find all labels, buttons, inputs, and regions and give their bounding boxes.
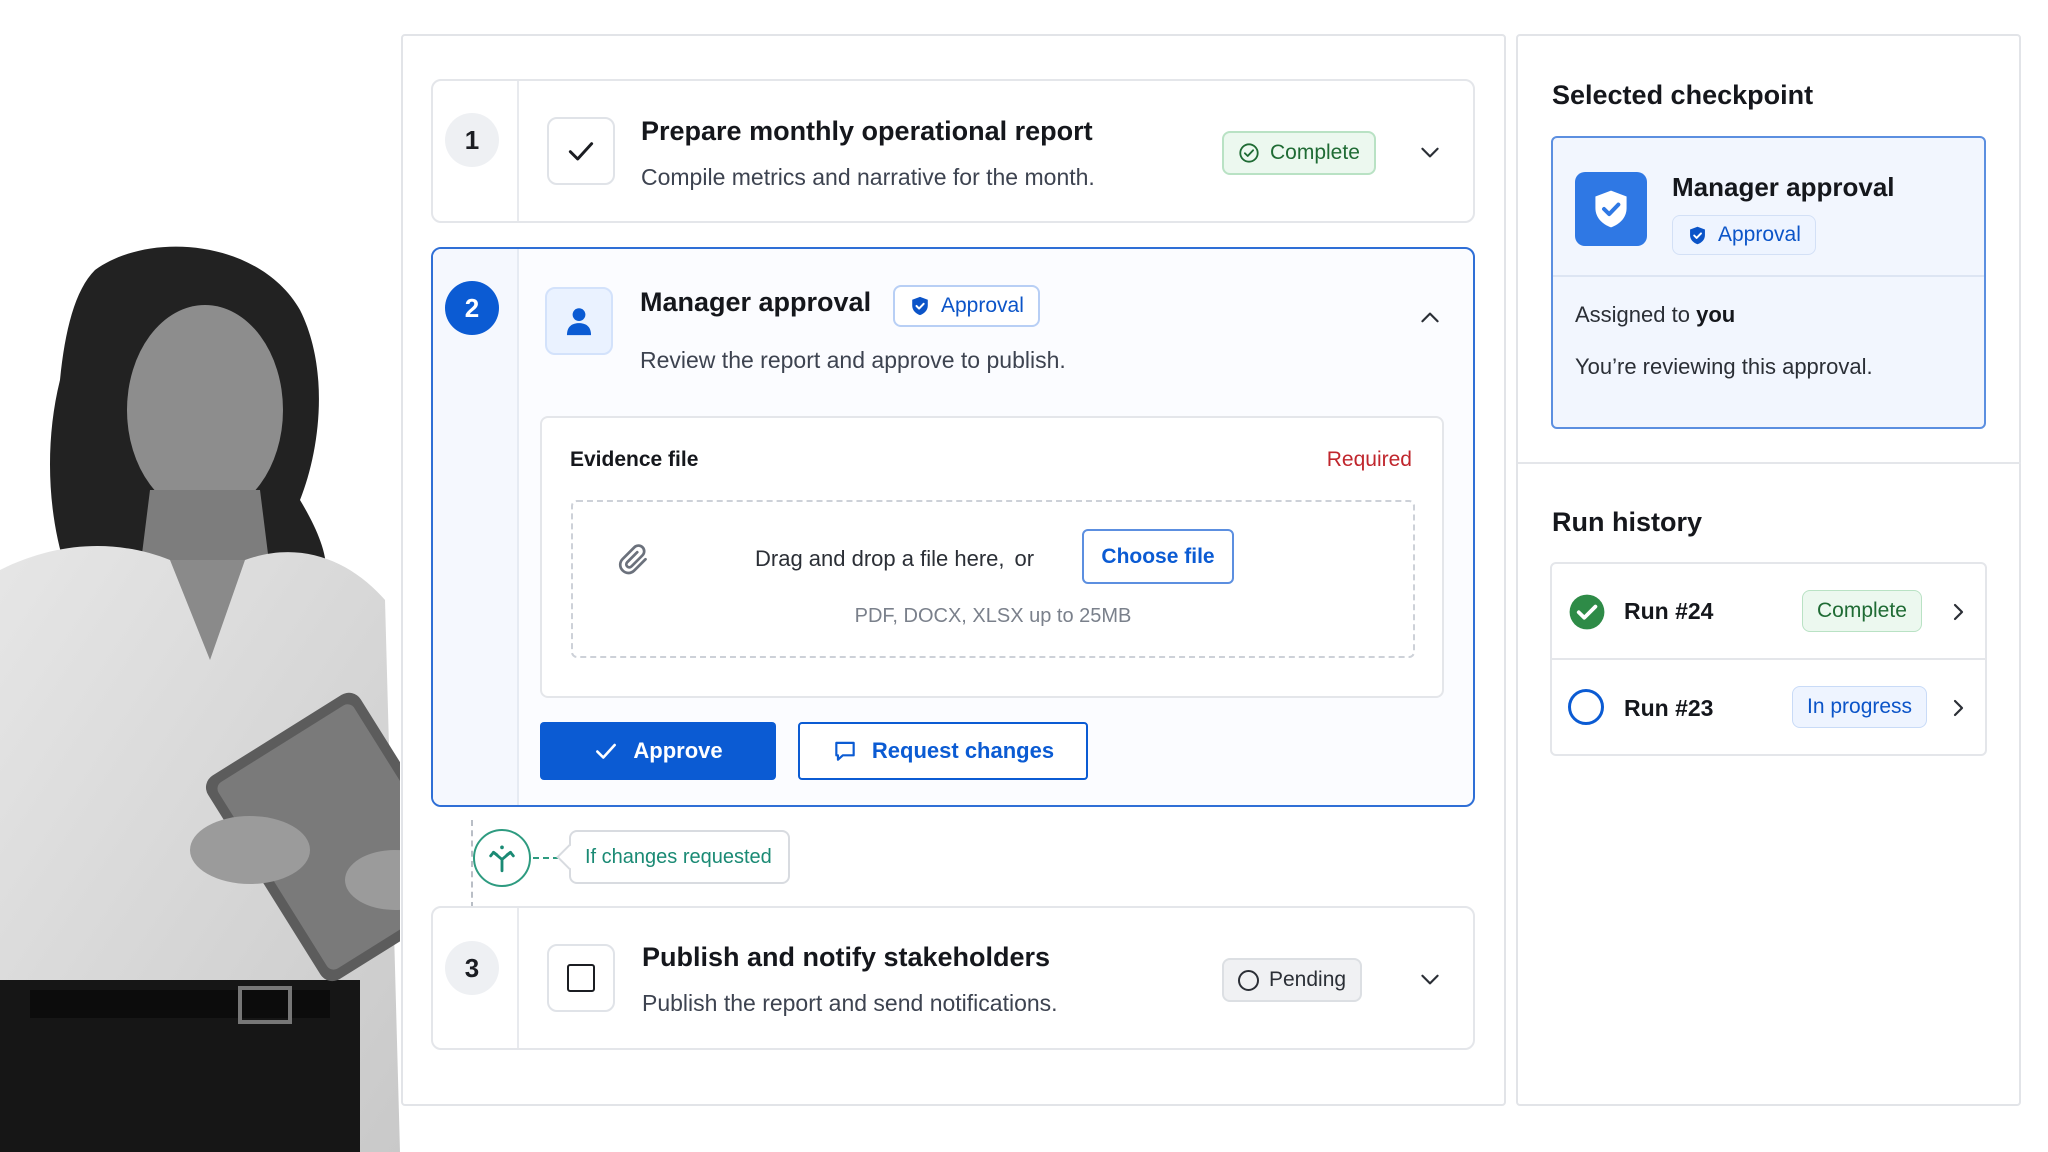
shield-check-icon: [1595, 190, 1627, 228]
run-status-badge: Complete: [1802, 590, 1922, 632]
selected-checkpoint-card[interactable]: Manager approval Approval Assigned to yo…: [1551, 136, 1986, 429]
approval-badge: Approval: [893, 285, 1040, 327]
expand-chevron-icon[interactable]: [1415, 137, 1445, 167]
branch-label: If changes requested: [585, 845, 772, 868]
evidence-file-card: Evidence file Required Drag and drop a f…: [540, 416, 1444, 698]
status-badge: Pending: [1222, 958, 1363, 1002]
run-name: Run #24: [1624, 598, 1714, 624]
side-divider: [1518, 462, 2021, 464]
drop-or-text: or: [1014, 546, 1035, 571]
assigned-prefix: Assigned to: [1575, 302, 1690, 327]
step-card-3[interactable]: 3 Publish and notify stakeholders Publis…: [431, 906, 1475, 1050]
step-number-column: 3: [433, 908, 519, 1048]
check-icon: [596, 743, 617, 759]
approve-button[interactable]: Approve: [540, 722, 776, 780]
person-tile: [545, 287, 613, 355]
selected-checkpoint-heading: Selected checkpoint: [1552, 80, 1814, 110]
approval-badge-label: Approval: [941, 294, 1024, 317]
run-history-item[interactable]: Run #23 In progress: [1552, 660, 1985, 756]
run-status-label: In progress: [1807, 695, 1913, 718]
choose-file-button[interactable]: Choose file: [1082, 529, 1234, 584]
in-progress-circle-icon: [1568, 689, 1604, 725]
step-title: Manager approval: [640, 287, 872, 317]
run-history-list: Run #24 Complete Run #23 In progress: [1550, 562, 1987, 756]
pending-circle-icon: [1238, 969, 1259, 991]
request-changes-label: Request changes: [871, 738, 1055, 763]
branch-node: [473, 829, 531, 887]
check-circle-icon: [1239, 143, 1259, 163]
assigned-line: Assigned to you: [1575, 302, 1735, 328]
checkmark-tile[interactable]: [547, 117, 615, 185]
checkbox-icon: [567, 964, 595, 992]
step-number-column: 1: [433, 81, 519, 221]
run-status-badge: In progress: [1792, 686, 1928, 728]
card-divider: [1553, 275, 1984, 277]
review-note: You’re reviewing this approval.: [1575, 354, 1873, 379]
shield-tile: [1575, 172, 1647, 246]
checkbox-tile[interactable]: [547, 944, 615, 1012]
status-label: Pending: [1269, 968, 1347, 991]
shield-check-icon: [1690, 226, 1705, 244]
step-number: 1: [445, 113, 499, 167]
step-number: 2: [445, 281, 499, 335]
approve-label: Approve: [633, 738, 723, 763]
expand-chevron-icon[interactable]: [1415, 964, 1445, 994]
step-title: Publish and notify stakeholders: [642, 942, 1051, 972]
step-description: Review the report and approve to publish…: [640, 347, 1066, 373]
assigned-user: you: [1696, 302, 1736, 327]
collapse-chevron-icon[interactable]: [1415, 303, 1445, 333]
chevron-right-icon[interactable]: [1943, 597, 1973, 627]
check-icon: [568, 142, 594, 161]
run-status-label: Complete: [1817, 599, 1907, 622]
step-number-column: 2: [433, 249, 519, 805]
run-history-heading: Run history: [1552, 507, 1703, 537]
file-type-hint: PDF, DOCX, XLSX up to 25MB: [854, 605, 1132, 627]
status-badge: Complete: [1222, 131, 1376, 175]
person-photo: [0, 240, 400, 1152]
step-title: Prepare monthly operational report: [641, 116, 1093, 146]
step-description: Publish the report and send notification…: [642, 990, 1058, 1016]
approval-badge: Approval: [1672, 215, 1816, 255]
evidence-label: Evidence file: [570, 448, 699, 471]
step-description: Compile metrics and narrative for the mo…: [641, 164, 1095, 190]
required-label: Required: [1326, 448, 1412, 471]
shield-check-icon: [912, 296, 928, 316]
checkpoint-name: Manager approval: [1672, 172, 1895, 202]
branch-arrows-icon: [489, 845, 515, 873]
drop-instruction: Drag and drop a file here,: [755, 546, 1005, 571]
approval-badge-label: Approval: [1718, 223, 1801, 246]
paperclip-icon: [618, 544, 647, 575]
person-icon: [566, 308, 592, 336]
comment-icon: [835, 741, 855, 761]
branch-label-tag: If changes requested: [569, 830, 790, 884]
status-label: Complete: [1270, 141, 1360, 164]
chevron-right-icon[interactable]: [1943, 693, 1973, 723]
run-history-item[interactable]: Run #24 Complete: [1552, 564, 1985, 660]
file-dropzone[interactable]: Drag and drop a file here, or Choose fil…: [571, 500, 1415, 658]
branch-connector: [533, 857, 559, 859]
request-changes-button[interactable]: Request changes: [798, 722, 1088, 780]
check-circle-filled-icon: [1569, 594, 1605, 630]
run-name: Run #23: [1624, 695, 1714, 721]
step-card-1[interactable]: 1 Prepare monthly operational report Com…: [431, 79, 1475, 223]
step-number: 3: [445, 941, 499, 995]
